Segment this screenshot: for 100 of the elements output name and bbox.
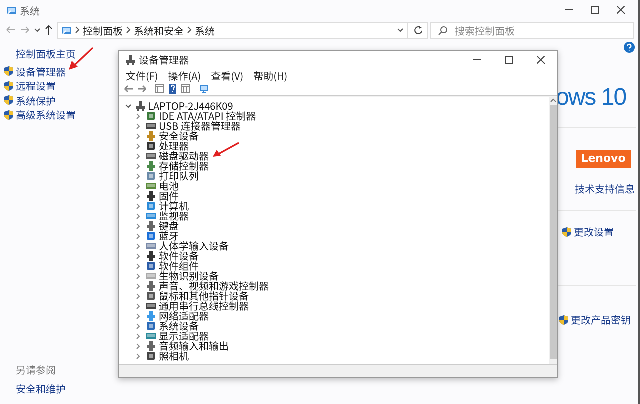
expand-toggle[interactable] — [135, 222, 142, 230]
tree-item[interactable]: 固件 — [159, 191, 179, 201]
tree-item[interactable]: 监视器 — [159, 211, 189, 221]
home-link[interactable]: 控制面板主页 — [16, 46, 76, 61]
tree-item[interactable]: 通用串行总线控制器 — [159, 301, 249, 311]
tree-item[interactable]: 声音、视频和游戏控制器 — [159, 281, 269, 291]
tree-item[interactable]: 音频输入和输出 — [159, 341, 229, 351]
sidebar-link[interactable]: 安全和维护 — [16, 381, 66, 396]
menu-item[interactable]: 查看(V) — [211, 68, 244, 82]
change-settings-link[interactable]: 更改设置 — [574, 224, 614, 239]
scrollbar[interactable] — [549, 97, 557, 364]
tree-item[interactable]: 显示适配器 — [159, 331, 209, 341]
change-key-link[interactable]: 更改产品密钥 — [571, 312, 631, 327]
maximize-icon[interactable] — [505, 56, 513, 64]
tree-item[interactable]: 软件组件 — [159, 261, 199, 271]
expand-toggle[interactable] — [135, 192, 142, 200]
expand-toggle[interactable] — [135, 332, 142, 340]
tree-item[interactable]: 存储控制器 — [159, 161, 209, 171]
search-field[interactable]: 搜索控制面板 — [430, 22, 634, 38]
minimize-icon[interactable] — [565, 9, 573, 11]
support-link[interactable]: 技术支持信息 — [575, 181, 636, 196]
tree-item[interactable]: 生物识别设备 — [159, 271, 219, 281]
sidebar-link[interactable]: 高级系统设置 — [16, 107, 76, 122]
sidebar-link[interactable]: 远程设置 — [16, 78, 56, 94]
breadcrumb-item[interactable]: 控制面板 — [83, 22, 123, 38]
breadcrumb-item[interactable]: 系统和安全 — [134, 22, 184, 38]
maximize-icon[interactable] — [591, 6, 599, 14]
collapse-toggle[interactable] — [125, 102, 132, 110]
tree-item[interactable]: 计算机 — [159, 201, 189, 211]
menu-item[interactable]: 操作(A) — [168, 68, 202, 82]
close-icon[interactable] — [537, 56, 545, 64]
tree-item[interactable]: 鼠标和其他指针设备 — [159, 291, 249, 301]
properties-icon — [155, 84, 165, 94]
shield-icon — [4, 95, 14, 106]
expand-toggle[interactable] — [135, 292, 142, 300]
up-icon[interactable] — [45, 25, 53, 35]
toolbar-button[interactable] — [199, 84, 209, 94]
tree-item[interactable]: 处理器 — [159, 141, 189, 151]
dropdown-icon[interactable] — [397, 27, 404, 33]
tree-item[interactable]: LAPTOP-2J446K09 — [148, 101, 234, 111]
tree-item[interactable]: IDE ATA/ATAPI 控制器 — [159, 111, 256, 121]
expand-toggle[interactable] — [135, 212, 142, 220]
expand-toggle[interactable] — [135, 232, 142, 240]
back-icon[interactable] — [6, 26, 16, 34]
breadcrumb-item[interactable]: 系统 — [195, 22, 215, 38]
help-icon[interactable] — [624, 42, 635, 53]
expand-toggle[interactable] — [135, 122, 142, 130]
toolbar-button[interactable] — [155, 84, 165, 94]
expand-toggle[interactable] — [135, 242, 142, 250]
tree-item[interactable]: 照相机 — [159, 351, 189, 361]
scroll-up-icon[interactable] — [550, 98, 556, 104]
tree-item[interactable]: 网络适配器 — [159, 311, 209, 321]
toolbar-button[interactable] — [181, 84, 191, 94]
tree-item[interactable]: 人体学输入设备 — [159, 241, 229, 251]
forward-icon[interactable] — [20, 26, 30, 34]
tree-item[interactable]: 键盘 — [159, 221, 179, 231]
expand-toggle[interactable] — [135, 312, 142, 320]
expand-toggle[interactable] — [135, 282, 142, 290]
windows-logo-text: ows 10 — [556, 83, 628, 113]
expand-toggle[interactable] — [135, 322, 142, 330]
expand-toggle[interactable] — [135, 162, 142, 170]
expand-toggle[interactable] — [135, 262, 142, 270]
expand-toggle[interactable] — [135, 302, 142, 310]
expand-toggle[interactable] — [135, 342, 142, 350]
sidebar-link[interactable]: 设备管理器 — [16, 64, 66, 79]
tree-item[interactable]: 磁盘驱动器 — [159, 151, 209, 161]
toolbar-button[interactable] — [137, 84, 147, 94]
window-title: 设备管理器 — [139, 52, 189, 67]
expand-toggle[interactable] — [135, 252, 142, 260]
menu-item[interactable]: 帮助(H) — [254, 68, 288, 82]
expand-toggle[interactable] — [135, 152, 142, 160]
close-icon[interactable] — [617, 6, 625, 14]
refresh-button[interactable] — [408, 22, 428, 38]
tree-item[interactable]: 系统设备 — [159, 321, 199, 331]
tree-item[interactable]: 蓝牙 — [159, 231, 179, 241]
tree-item[interactable]: 打印队列 — [159, 171, 199, 181]
expand-toggle[interactable] — [135, 202, 142, 210]
address-bar[interactable]: 控制面板 系统和安全 系统 — [57, 22, 408, 38]
arrow-annotation — [212, 142, 240, 158]
expand-toggle[interactable] — [135, 352, 142, 360]
scroll-thumb[interactable] — [550, 105, 556, 359]
tree-item[interactable]: 安全设备 — [159, 131, 199, 141]
tree-item[interactable]: 电池 — [159, 181, 179, 191]
expand-toggle[interactable] — [135, 132, 142, 140]
sidebar-link[interactable]: 系统保护 — [16, 92, 56, 108]
toolbar-button[interactable] — [168, 84, 178, 94]
menu-item[interactable]: 文件(F) — [126, 68, 158, 82]
minimize-icon[interactable] — [473, 58, 481, 60]
tree-item[interactable]: USB 连接器管理器 — [159, 121, 241, 131]
expand-toggle[interactable] — [135, 142, 142, 150]
toolbar-button[interactable] — [124, 84, 134, 94]
device-icon — [146, 191, 156, 201]
shield-icon — [562, 226, 572, 236]
expand-toggle[interactable] — [135, 172, 142, 180]
tree-item[interactable]: 软件设备 — [159, 251, 199, 261]
device-icon — [146, 281, 156, 291]
chevron-down-icon[interactable] — [34, 27, 41, 33]
expand-toggle[interactable] — [135, 272, 142, 280]
expand-toggle[interactable] — [135, 182, 142, 190]
expand-toggle[interactable] — [135, 112, 142, 120]
